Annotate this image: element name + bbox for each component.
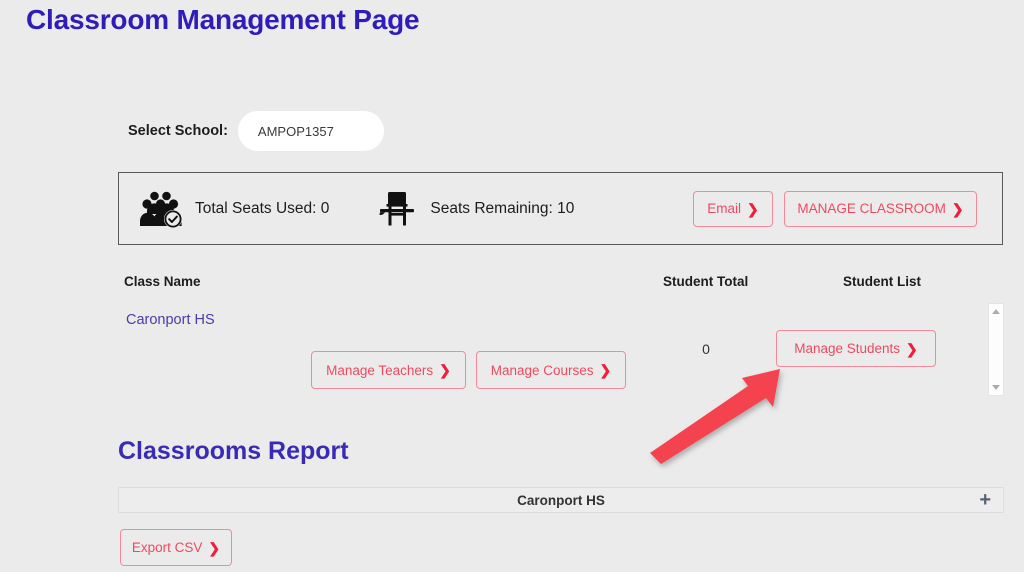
class-name-link[interactable]: Caronport HS [126, 312, 215, 328]
email-button[interactable]: Email ❯ [693, 190, 773, 227]
total-seats-used-text: Total Seats Used: 0 [195, 199, 330, 217]
manage-courses-button-label: Manage Courses [490, 362, 594, 378]
scroll-down-arrow-icon[interactable] [992, 385, 1000, 390]
chevron-right-icon: ❯ [599, 362, 612, 378]
accordion-label: Caronport HS [517, 492, 605, 508]
scroll-up-arrow-icon[interactable] [992, 309, 1000, 314]
chevron-right-icon: ❯ [439, 362, 451, 378]
manage-students-button[interactable]: Manage Students ❯ [776, 330, 936, 367]
class-table-header: Class Name Student Total Student List [118, 274, 1003, 294]
column-header-student-total: Student Total [663, 274, 749, 289]
manage-teachers-button[interactable]: Manage Teachers ❯ [311, 351, 466, 389]
plus-icon[interactable]: + [979, 490, 991, 510]
manage-teachers-button-label: Manage Teachers [326, 362, 434, 378]
chevron-right-icon: ❯ [906, 340, 918, 357]
classrooms-report-accordion[interactable]: Caronport HS + [118, 487, 1004, 513]
chevron-right-icon: ❯ [208, 539, 221, 556]
export-csv-button[interactable]: Export CSV ❯ [120, 529, 232, 566]
total-seats-used-stat: Total Seats Used: 0 [139, 188, 329, 230]
column-header-class-name: Class Name [124, 274, 201, 289]
column-header-student-list: Student List [843, 274, 921, 289]
manage-courses-button[interactable]: Manage Courses ❯ [476, 351, 626, 389]
seats-remaining-stat: Seats Remaining: 10 [374, 188, 574, 230]
manage-classroom-button-label: MANAGE CLASSROOM [797, 201, 946, 216]
seats-summary-box: Total Seats Used: 0 Seats Remaining: 10 … [118, 172, 1003, 245]
group-of-people-check-icon [139, 188, 185, 230]
seats-remaining-text: Seats Remaining: 10 [430, 199, 575, 217]
select-school-label: Select School: [128, 123, 228, 139]
student-list-scrollbar[interactable] [988, 303, 1004, 396]
manage-students-button-label: Manage Students [794, 341, 901, 356]
page-title: Classroom Management Page [26, 4, 420, 35]
annotation-arrow [630, 350, 800, 470]
school-select-value: AMPOP1357 [257, 123, 334, 139]
student-total-value: 0 [702, 341, 710, 357]
school-select-dropdown[interactable]: AMPOP1357 [237, 111, 384, 151]
email-button-label: Email [707, 201, 742, 216]
seats-actions: Email ❯ MANAGE CLASSROOM ❯ [693, 190, 977, 227]
chevron-right-icon: ❯ [951, 200, 964, 217]
export-csv-button-label: Export CSV [131, 540, 203, 555]
classrooms-report-heading: Classrooms Report [118, 437, 349, 465]
chevron-right-icon: ❯ [747, 200, 759, 217]
select-school-row: Select School: AMPOP1357 [128, 111, 384, 151]
manage-classroom-button[interactable]: MANAGE CLASSROOM ❯ [784, 190, 977, 227]
school-desk-icon [374, 188, 420, 230]
